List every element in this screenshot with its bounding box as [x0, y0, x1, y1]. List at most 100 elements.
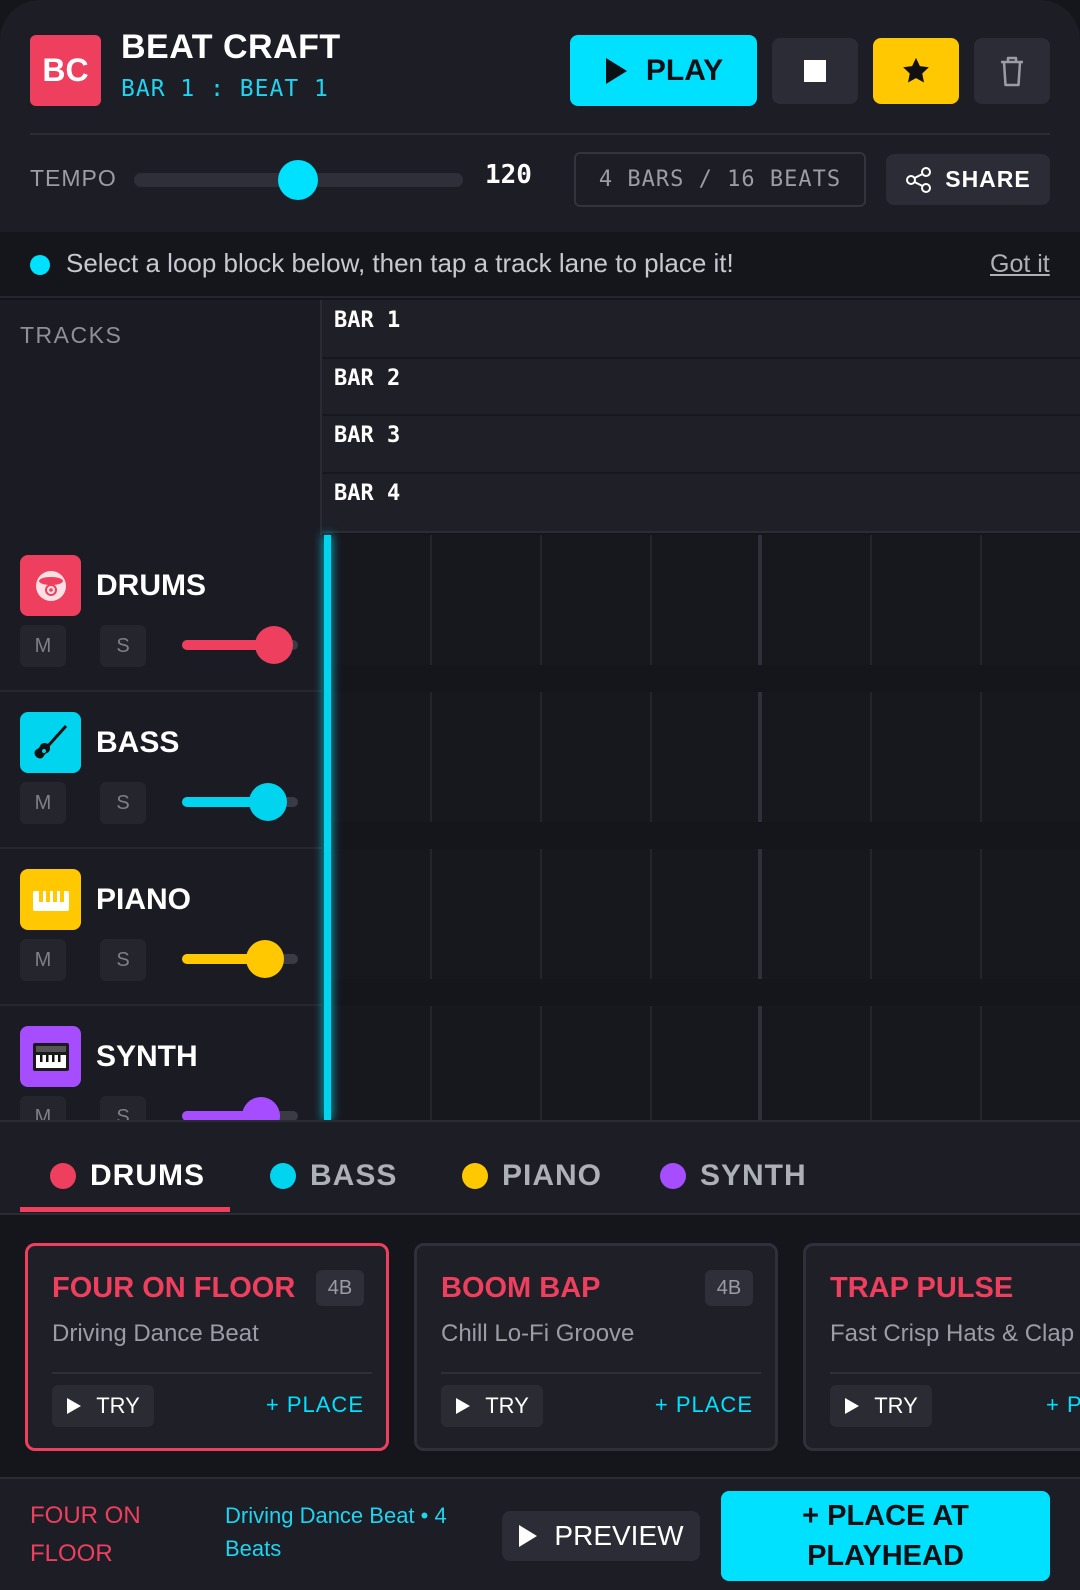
mute-button[interactable]: M — [20, 782, 66, 824]
mute-button[interactable]: M — [20, 939, 66, 981]
track-header: BASS M S — [0, 692, 322, 849]
playhead-line[interactable] — [324, 535, 331, 1120]
playhead-position: BAR 1 : BEAT 1 — [121, 76, 329, 102]
bar-separator — [322, 414, 1080, 416]
delete-button[interactable] — [974, 38, 1050, 104]
beat-divider — [540, 1006, 542, 1120]
selected-loop-description: Driving Dance Beat • 4 Beats — [225, 1503, 447, 1561]
place-button[interactable]: + PLACE — [655, 1392, 753, 1418]
length-badge: 4B — [705, 1270, 753, 1306]
app-logo: BC — [30, 35, 101, 106]
volume-slider[interactable] — [182, 783, 298, 821]
track-icon-tile — [20, 555, 81, 616]
bar-separator — [322, 357, 1080, 359]
tempo-slider-knob[interactable] — [278, 160, 318, 200]
hint-dot — [30, 255, 50, 275]
beat-divider — [650, 849, 652, 979]
track-lane-synth[interactable] — [330, 1006, 1080, 1120]
play-icon — [456, 1398, 471, 1414]
dismiss-hint-link[interactable]: Got it — [990, 250, 1050, 279]
favorite-button[interactable] — [873, 38, 959, 104]
bar-divider — [758, 535, 762, 665]
track-row-bass: BASS M S — [0, 692, 1080, 849]
beat-divider — [650, 535, 652, 665]
share-button[interactable]: SHARE — [886, 154, 1050, 205]
volume-knob[interactable] — [255, 626, 293, 664]
track-header: PIANO M S — [0, 849, 322, 1006]
tab-drums[interactable]: DRUMS — [50, 1140, 205, 1212]
beat-divider — [870, 692, 872, 822]
mute-button[interactable]: M — [20, 625, 66, 667]
track-lane-bass[interactable] — [330, 692, 1080, 822]
tab-label: BASS — [310, 1159, 398, 1192]
try-label: TRY — [874, 1393, 918, 1418]
play-button[interactable]: PLAY — [570, 35, 757, 106]
tracks-label: TRACKS — [20, 322, 123, 348]
bar-separator — [322, 472, 1080, 474]
solo-button[interactable]: S — [100, 782, 146, 824]
loop-card[interactable]: TRAP PULSE Fast Crisp Hats & Clap TRY + … — [803, 1243, 1080, 1451]
volume-slider[interactable] — [182, 626, 298, 664]
tab-synth[interactable]: SYNTH — [660, 1140, 807, 1212]
track-name: SYNTH — [96, 1040, 198, 1073]
volume-knob[interactable] — [246, 940, 284, 978]
beat-divider — [430, 849, 432, 979]
mute-button[interactable]: M — [20, 1096, 66, 1120]
piano-icon — [32, 890, 69, 911]
loop-card[interactable]: BOOM BAP 4B Chill Lo-Fi Groove TRY + PLA… — [414, 1243, 778, 1451]
track-row-synth: SYNTH M S — [0, 1006, 1080, 1120]
divider — [441, 1372, 761, 1374]
bass-dot — [270, 1163, 296, 1189]
play-icon — [845, 1398, 860, 1414]
track-icon-tile — [20, 1026, 81, 1087]
solo-button[interactable]: S — [100, 625, 146, 667]
beat-divider — [430, 535, 432, 665]
solo-button[interactable]: S — [100, 939, 146, 981]
loop-card[interactable]: FOUR ON FLOOR 4B Driving Dance Beat TRY … — [25, 1243, 389, 1451]
drums-dot — [50, 1163, 76, 1189]
loop-category-tabs: DRUMS BASS PIANO SYNTH — [0, 1120, 1080, 1215]
place-at-playhead-button[interactable]: + PLACE AT PLAYHEAD — [721, 1491, 1050, 1581]
try-button[interactable]: TRY — [52, 1385, 154, 1427]
divider — [830, 1372, 1080, 1374]
play-icon — [605, 57, 627, 84]
track-header: SYNTH M S — [0, 1006, 322, 1120]
loop-cards: FOUR ON FLOOR 4B Driving Dance Beat TRY … — [0, 1217, 1080, 1477]
beat-divider — [540, 692, 542, 822]
volume-knob[interactable] — [249, 783, 287, 821]
beat-divider — [980, 849, 982, 979]
beat-divider — [540, 535, 542, 665]
piano-dot — [462, 1163, 488, 1189]
loop-subtitle: Driving Dance Beat — [52, 1320, 259, 1347]
beat-divider — [980, 692, 982, 822]
try-button[interactable]: TRY — [830, 1385, 932, 1427]
track-lane-piano[interactable] — [330, 849, 1080, 979]
try-label: TRY — [96, 1393, 140, 1418]
selected-loop-name: FOUR ON FLOOR — [30, 1502, 141, 1567]
hint-text: Select a loop block below, then tap a tr… — [66, 248, 734, 278]
place-button[interactable]: + P — [1046, 1392, 1080, 1418]
synth-dot — [660, 1163, 686, 1189]
tab-piano[interactable]: PIANO — [462, 1140, 602, 1212]
preview-label: PREVIEW — [554, 1520, 684, 1551]
play-icon — [519, 1525, 538, 1547]
bars-info: 4 BARS / 16 BEATS — [574, 152, 866, 207]
beat-divider — [540, 849, 542, 979]
volume-knob[interactable] — [242, 1097, 280, 1120]
stop-button[interactable] — [772, 38, 858, 104]
place-button[interactable]: + PLACE — [266, 1392, 364, 1418]
track-icon-tile — [20, 869, 81, 930]
guitar-icon — [34, 724, 67, 758]
bar-divider — [758, 849, 762, 979]
beat-divider — [430, 1006, 432, 1120]
volume-slider[interactable] — [182, 1097, 298, 1120]
volume-slider[interactable] — [182, 940, 298, 978]
solo-button[interactable]: S — [100, 1096, 146, 1120]
preview-button[interactable]: PREVIEW — [502, 1511, 700, 1561]
tab-bass[interactable]: BASS — [270, 1140, 397, 1212]
track-lane-drums[interactable] — [330, 535, 1080, 665]
divider — [52, 1372, 372, 1374]
try-button[interactable]: TRY — [441, 1385, 543, 1427]
bar-divider — [758, 692, 762, 822]
tempo-label: TEMPO — [30, 165, 117, 191]
